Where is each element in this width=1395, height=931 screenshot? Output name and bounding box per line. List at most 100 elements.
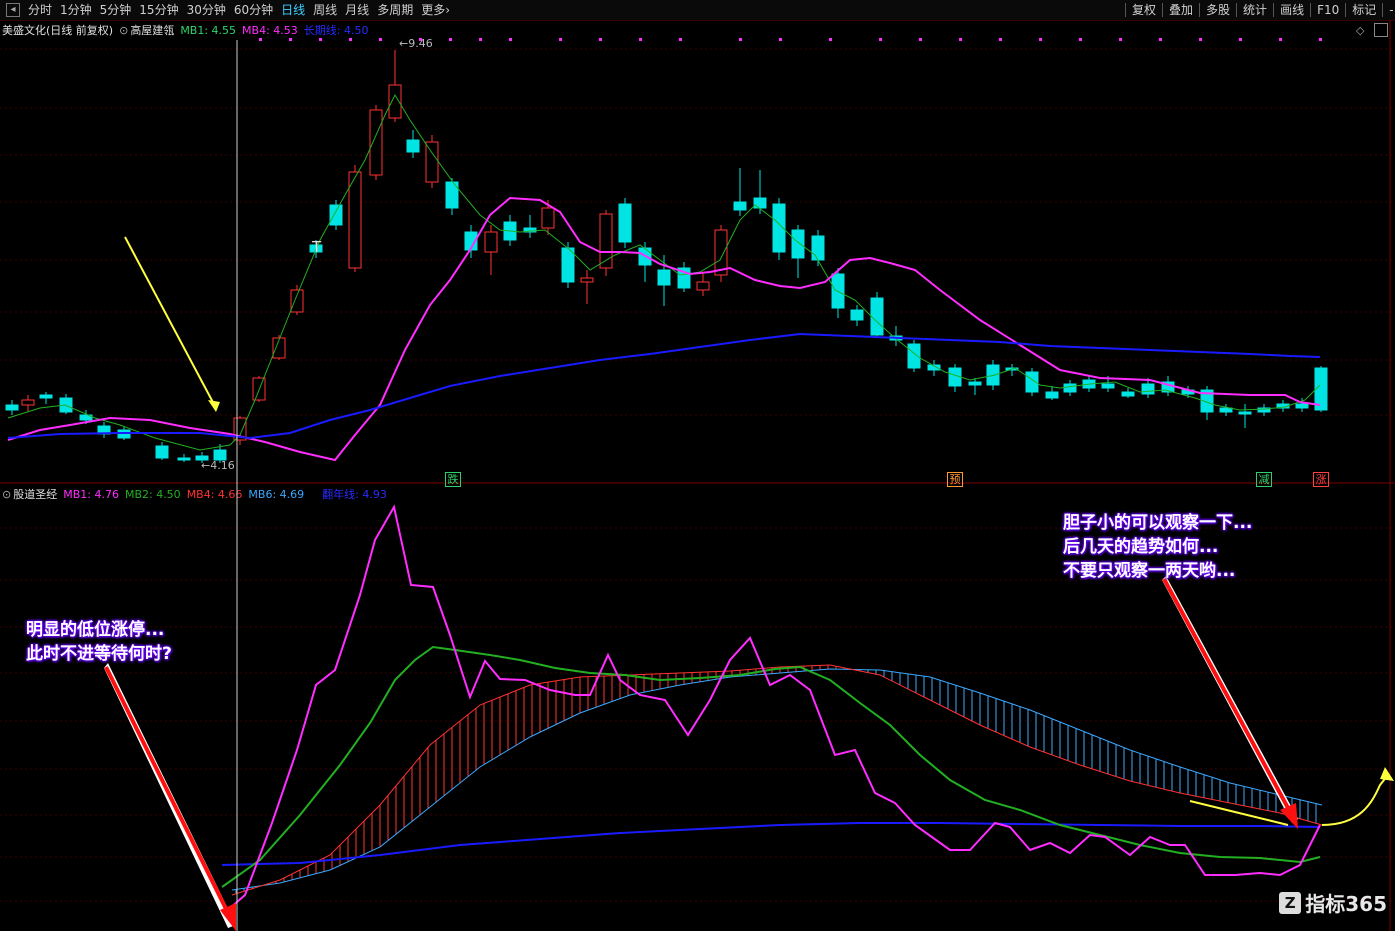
candle-body xyxy=(1238,411,1252,415)
annotation-arrow-yellow xyxy=(124,236,217,409)
signal-dot xyxy=(639,38,642,41)
more-arrow-icon: › xyxy=(445,3,451,17)
divider xyxy=(1310,3,1312,17)
candle-body xyxy=(811,235,825,261)
candle-body xyxy=(580,277,594,283)
candle-body xyxy=(329,204,343,226)
watchlist-button[interactable]: -自选 xyxy=(1385,0,1395,20)
candle-body xyxy=(850,309,864,321)
signal-dot xyxy=(739,38,742,41)
signal-dot xyxy=(479,38,482,41)
signal-dot xyxy=(599,38,602,41)
divider xyxy=(1236,3,1238,17)
candle-body xyxy=(406,139,420,153)
candle-body xyxy=(155,445,169,459)
note-right: 胆子小的可以观察一下... 后几天的趋势如何... 不要只观察一两天哟... xyxy=(1063,511,1252,583)
yellow-projection-curve xyxy=(1321,774,1389,826)
note-left-line-2: 此时不进等待何时? xyxy=(26,644,172,664)
note-right-line-2: 后几天的趋势如何... xyxy=(1063,537,1219,557)
period-tab-5min[interactable]: 5分钟 xyxy=(96,0,136,20)
candle-body xyxy=(1219,407,1233,413)
watermark-text: 指标365 xyxy=(1305,892,1387,916)
period-tab-multi[interactable]: 多周期 xyxy=(373,0,417,20)
signal-dot xyxy=(509,38,512,41)
signal-dot xyxy=(879,38,882,41)
period-tab-30min[interactable]: 30分钟 xyxy=(183,0,230,20)
candle-body xyxy=(1295,403,1309,409)
t-mark: T xyxy=(311,238,322,256)
annotation-arrowhead-yellow xyxy=(208,400,220,412)
signal-dot xyxy=(1319,38,1322,41)
signal-dot xyxy=(999,38,1002,41)
candle-body xyxy=(1063,383,1077,393)
period-tab-60min[interactable]: 60分钟 xyxy=(230,0,277,20)
signal-dot xyxy=(1159,38,1162,41)
signal-dot xyxy=(1119,38,1122,41)
candle-body xyxy=(541,207,555,229)
candle-body xyxy=(791,229,805,259)
mb4-line xyxy=(7,196,1321,462)
candles xyxy=(5,50,1328,463)
period-toolbar: ◂ 分时 1分钟 5分钟 15分钟 30分钟 60分钟 日线 周线 月线 多周期… xyxy=(0,0,1395,21)
period-tab-intraday[interactable]: 分时 xyxy=(24,0,56,20)
low-price-label: ←4.16 xyxy=(201,459,235,472)
period-tab-daily[interactable]: 日线 xyxy=(277,0,309,20)
candle-body xyxy=(1141,383,1155,395)
signal-dot xyxy=(919,38,922,41)
divider xyxy=(1162,3,1164,17)
signal-dot xyxy=(679,38,682,41)
mark-button[interactable]: 标记 xyxy=(1348,0,1380,20)
signal-dot xyxy=(349,38,352,41)
multi-stock-button[interactable]: 多股 xyxy=(1202,0,1234,20)
signal-dot xyxy=(1079,38,1082,41)
candle-body xyxy=(290,289,304,313)
signal-dot xyxy=(779,38,782,41)
high-price-label: ←9.46 xyxy=(399,37,433,50)
fan-line xyxy=(221,822,1321,866)
signal-dot xyxy=(319,38,322,41)
high-price-value: 9.46 xyxy=(408,37,433,50)
signal-dot xyxy=(449,38,452,41)
signal-dot xyxy=(1279,38,1282,41)
f10-button[interactable]: F10 xyxy=(1313,0,1343,20)
candle-body xyxy=(1045,391,1059,399)
low-price-value: 4.16 xyxy=(210,459,235,472)
period-tab-1min[interactable]: 1分钟 xyxy=(56,0,96,20)
divider xyxy=(1273,3,1275,17)
period-group: ◂ 分时 1分钟 5分钟 15分钟 30分钟 60分钟 日线 周线 月线 多周期… xyxy=(2,0,454,20)
candle-body xyxy=(696,281,710,291)
candle-body xyxy=(870,297,884,336)
candle-body xyxy=(657,269,671,286)
draw-line-button[interactable]: 画线 xyxy=(1276,0,1308,20)
candle-body xyxy=(425,141,439,183)
tool-group: 复权 叠加 多股 统计 画线 F10 标记 -自选 xyxy=(1123,0,1395,20)
divider xyxy=(1125,3,1126,17)
candle-body xyxy=(1121,391,1135,397)
period-tab-monthly[interactable]: 月线 xyxy=(341,0,373,20)
period-tab-more[interactable]: 更多› xyxy=(417,0,454,20)
adjust-button[interactable]: 复权 xyxy=(1128,0,1160,20)
candle-body xyxy=(733,201,747,211)
signal-dot xyxy=(259,38,262,41)
note-right-line-3: 不要只观察一两天哟... xyxy=(1063,561,1236,581)
note-left: 明显的低位涨停... 此时不进等待何时? xyxy=(26,618,172,666)
signal-dot xyxy=(1239,38,1242,41)
signal-dot xyxy=(1039,38,1042,41)
candle-body xyxy=(618,203,632,243)
mb4-mb6-fill xyxy=(235,665,1317,894)
note-right-line-1: 胆子小的可以观察一下... xyxy=(1063,513,1253,533)
candlestick-chart[interactable]: ←9.46 ←4.16 T xyxy=(0,20,1395,485)
signal-dot xyxy=(829,38,832,41)
candle-body xyxy=(1101,383,1115,389)
signal-dot xyxy=(1199,38,1202,41)
stats-button[interactable]: 统计 xyxy=(1239,0,1271,20)
period-tab-15min[interactable]: 15分钟 xyxy=(135,0,182,20)
more-label: 更多 xyxy=(421,3,446,17)
watermark-logo-icon: Z xyxy=(1279,891,1302,914)
menu-toggle-icon[interactable]: ◂ xyxy=(6,3,20,17)
candle-body xyxy=(968,381,982,386)
overlay-button[interactable]: 叠加 xyxy=(1165,0,1197,20)
candle-body xyxy=(177,457,191,461)
divider xyxy=(1345,3,1347,17)
period-tab-weekly[interactable]: 周线 xyxy=(309,0,341,20)
